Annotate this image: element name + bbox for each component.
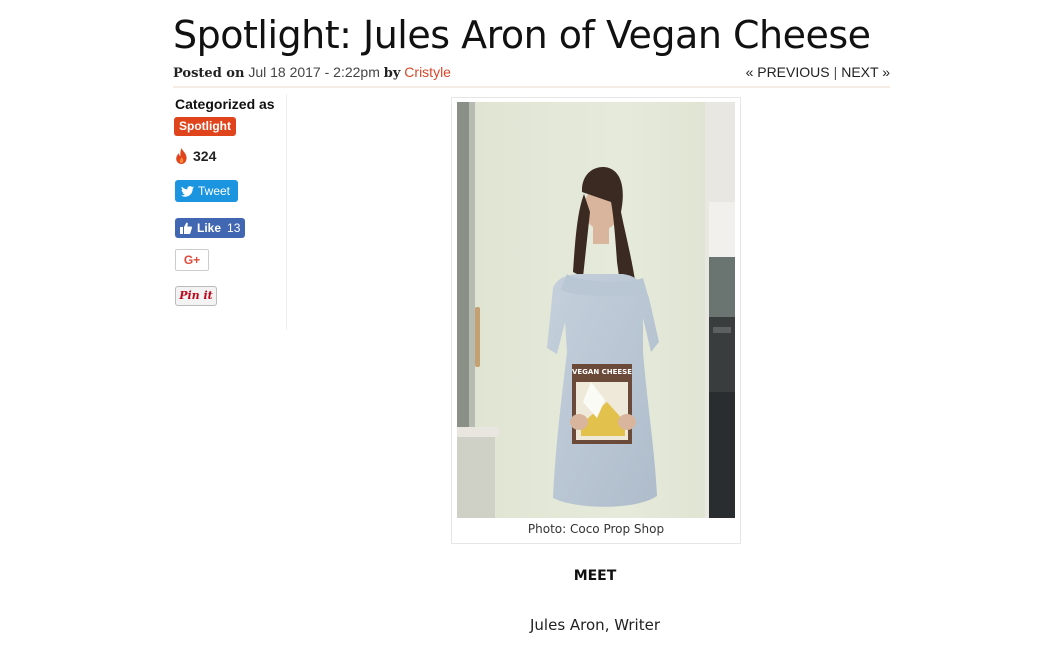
like-count: 13 bbox=[227, 221, 241, 235]
by-label: by bbox=[383, 66, 401, 81]
author-link[interactable]: Cristyle bbox=[404, 64, 451, 80]
meet-heading: MEET bbox=[573, 568, 617, 584]
article-figure: VEGAN CHEESE Photo: Coco Prop Shop bbox=[451, 97, 741, 544]
tweet-label: Tweet bbox=[198, 184, 231, 198]
share-sidebar: Categorized as Spotlight 324 Tweet Like … bbox=[173, 94, 287, 330]
google-plus-button[interactable]: G+ bbox=[175, 249, 209, 271]
flame-icon bbox=[176, 148, 187, 164]
page-title: Spotlight: Jules Aron of Vegan Cheese bbox=[173, 13, 871, 57]
categorized-label: Categorized as bbox=[175, 96, 275, 112]
facebook-like-button[interactable]: Like 13 bbox=[175, 218, 246, 238]
post-nav: « PREVIOUS | NEXT » bbox=[746, 62, 890, 82]
next-link[interactable]: NEXT » bbox=[841, 64, 890, 80]
article-photo: VEGAN CHEESE bbox=[457, 102, 735, 518]
post-date: Jul 18 2017 - 2:22pm bbox=[248, 64, 380, 80]
nav-separator: | bbox=[833, 64, 838, 80]
twitter-bird-icon bbox=[181, 185, 194, 197]
previous-link[interactable]: « PREVIOUS bbox=[746, 64, 830, 80]
hot-count: 324 bbox=[175, 148, 216, 164]
thumbs-up-icon bbox=[180, 222, 192, 234]
header-divider bbox=[173, 86, 890, 88]
pinterest-pin-button[interactable]: Pin it bbox=[175, 286, 217, 306]
article-page: Spotlight: Jules Aron of Vegan Cheese Po… bbox=[0, 0, 1062, 652]
photo-caption: Photo: Coco Prop Shop bbox=[527, 522, 665, 536]
like-label: Like bbox=[197, 221, 222, 235]
tweet-button[interactable]: Tweet bbox=[175, 180, 239, 202]
post-meta: Posted on Jul 18 2017 - 2:22pm by Cristy… bbox=[173, 62, 890, 84]
posted-label: Posted on bbox=[173, 66, 245, 81]
hot-count-value: 324 bbox=[193, 148, 217, 164]
book-title: VEGAN CHEESE bbox=[572, 368, 632, 376]
category-badge[interactable]: Spotlight bbox=[174, 117, 236, 136]
meet-name: Jules Aron, Writer bbox=[530, 616, 660, 634]
